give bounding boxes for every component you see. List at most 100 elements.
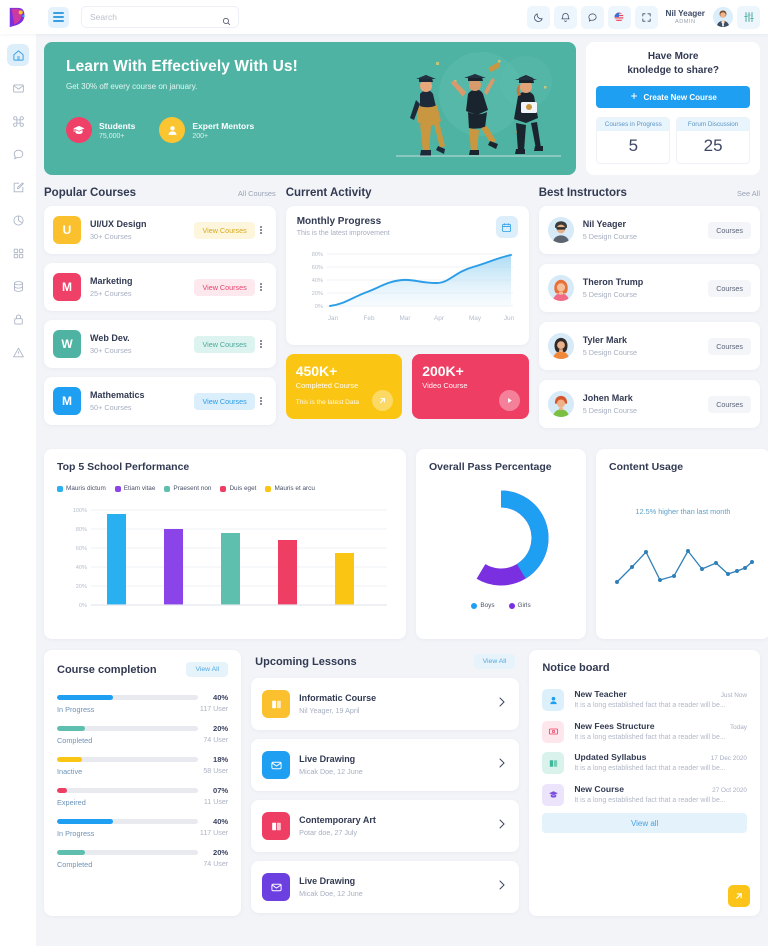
pass-percentage-donut-chart [453,490,549,586]
legend-item[interactable]: Praesent non [164,485,211,492]
view-courses-button[interactable]: View Courses [194,221,255,239]
courses-button[interactable]: Courses [708,395,751,413]
instructor-name: Johen Mark [582,393,633,403]
instructor-subtitle: 5 Design Course [582,348,638,357]
calendar-icon[interactable] [495,216,518,238]
course-row[interactable]: M Marketing 25+ Courses View Courses [44,263,276,311]
notice-body: Updated Syllabus 17 Dec 2020 It is a lon… [574,752,747,775]
course-title: Marketing [90,276,133,286]
stat-tile-video-course[interactable]: 200K+ Video Course [412,354,529,419]
kebab-menu-icon[interactable] [255,282,267,292]
see-all-link[interactable]: See All [737,189,760,198]
lesson-text: Live Drawing Micak Doe, 12 June [299,754,496,776]
section-title: Popular Courses [44,187,137,199]
kebab-menu-icon[interactable] [255,225,267,235]
moon-icon[interactable] [526,5,550,29]
sidebar-item-home[interactable] [7,44,29,66]
kebab-menu-icon[interactable] [255,339,267,349]
settings-sliders-icon[interactable] [737,5,760,29]
instructor-row[interactable]: Nil Yeager 5 Design Course Courses [538,206,760,254]
sidebar-item-widgets[interactable] [7,242,29,264]
tile-forum-discussion[interactable]: Forum Discussion 25 [676,117,751,164]
view-all-button[interactable]: View All [473,654,516,669]
create-new-course-button[interactable]: Create New Course [596,86,750,108]
progress-row: 18% Inactive 58 User [44,755,241,776]
progress-bar [57,850,199,855]
hamburger-menu-button[interactable] [48,6,69,28]
view-all-notices-button[interactable]: View all [542,813,747,833]
progress-users: 74 User [203,736,229,744]
lesson-row[interactable]: Live Drawing Micak Doe, 12 June [251,739,520,791]
lesson-row[interactable]: Live Drawing Micak Doe, 12 June [251,861,520,913]
legend-item-girls[interactable]: Girls [508,602,531,609]
avatar[interactable] [713,7,733,27]
main-content: Learn With Effectively With Us! Get 30% … [36,34,768,946]
sidebar-item-mail[interactable] [7,77,29,99]
notice-item[interactable]: Updated Syllabus 17 Dec 2020 It is a lon… [529,743,760,775]
lesson-row[interactable]: Contemporary Art Potar doe, 27 July [251,800,520,852]
chevron-right-icon[interactable] [496,817,508,835]
view-courses-button[interactable]: View Courses [194,335,255,353]
fullscreen-icon[interactable] [634,5,658,29]
view-all-button[interactable]: View All [186,662,229,677]
upcoming-lessons-section: Upcoming Lessons View All Informatic Cou… [251,650,520,922]
legend-item[interactable]: Duis eget [220,485,256,492]
notice-time: 27 Oct 2020 [712,786,747,794]
legend-item[interactable]: Mauris et arcu [265,485,315,492]
course-row[interactable]: M Mathematics 50+ Courses View Courses [44,377,276,425]
sidebar-item-analytics[interactable] [7,209,29,231]
courses-button[interactable]: Courses [708,337,751,355]
chevron-right-icon[interactable] [496,878,508,896]
arrow-up-right-icon[interactable] [372,390,394,411]
course-row[interactable]: W Web Dev. 30+ Courses View Courses [44,320,276,368]
content-usage-annotation: 12.5% higher than last month [635,507,731,516]
stat-tile-completed-course[interactable]: 450K+ Completed Course This is the lates… [285,354,403,419]
svg-text:0%: 0% [315,304,323,310]
notice-time: Today [729,723,747,731]
sidebar-item-chat[interactable] [7,143,29,165]
tile-courses-in-progress[interactable]: Courses in Progress 5 [596,117,671,164]
instructor-row[interactable]: Johen Mark 5 Design Course Courses [538,380,760,428]
section-title: Current Activity [285,187,372,199]
app-logo[interactable] [0,0,36,34]
sidebar-item-alerts[interactable] [7,341,29,363]
play-icon[interactable] [498,390,520,411]
notice-item[interactable]: New Teacher Just Now It is a long establ… [529,680,760,712]
chat-icon[interactable] [580,5,604,29]
lesson-row[interactable]: Informatic Course Nil Yeager, 19 April [251,678,520,730]
courses-button[interactable]: Courses [708,221,751,239]
sidebar-item-auth[interactable] [7,308,29,330]
course-text: Web Dev. 30+ Courses [90,333,194,355]
view-courses-button[interactable]: View Courses [194,278,255,296]
course-row[interactable]: U UI/UX Design 30+ Courses View Courses [44,206,276,254]
user-info[interactable]: Nil Yeager ADMIN [666,9,705,24]
notice-item[interactable]: New Fees Structure Today It is a long es… [529,712,760,744]
kebab-menu-icon[interactable] [255,396,267,406]
sidebar-item-database[interactable] [7,275,29,297]
progress-row: 20% Completed 74 User [44,848,241,869]
all-courses-link[interactable]: All Courses [238,189,276,198]
svg-text:Jun: Jun [504,315,515,322]
notice-time: 17 Dec 2020 [710,755,747,762]
arrow-up-right-icon[interactable] [728,885,750,907]
legend-item-boys[interactable]: Boys [471,602,495,609]
instructor-name: Nil Yeager [582,219,627,229]
sidebar-item-apps[interactable] [7,110,29,132]
chevron-right-icon[interactable] [496,756,508,774]
flag-icon[interactable] [607,5,631,29]
bell-icon[interactable] [553,5,577,29]
legend-item[interactable]: Etiam vitae [114,485,155,492]
legend-item[interactable]: Mauris dictum [57,485,106,492]
courses-button[interactable]: Courses [708,279,751,297]
stat-label: Completed Course [295,381,359,390]
view-courses-button[interactable]: View Courses [194,392,255,410]
chevron-right-icon[interactable] [496,695,508,713]
notice-item[interactable]: New Course 27 Oct 2020 It is a long esta… [529,775,760,807]
progress-users: 74 User [203,860,229,868]
legend-label: Girls [517,602,531,609]
sidebar-item-edit[interactable] [7,176,29,198]
search-box[interactable] [81,6,239,28]
instructor-row[interactable]: Tyler Mark 5 Design Course Courses [538,322,760,370]
search-input[interactable] [90,12,230,22]
instructor-row[interactable]: Theron Trump 5 Design Course Courses [538,264,760,312]
